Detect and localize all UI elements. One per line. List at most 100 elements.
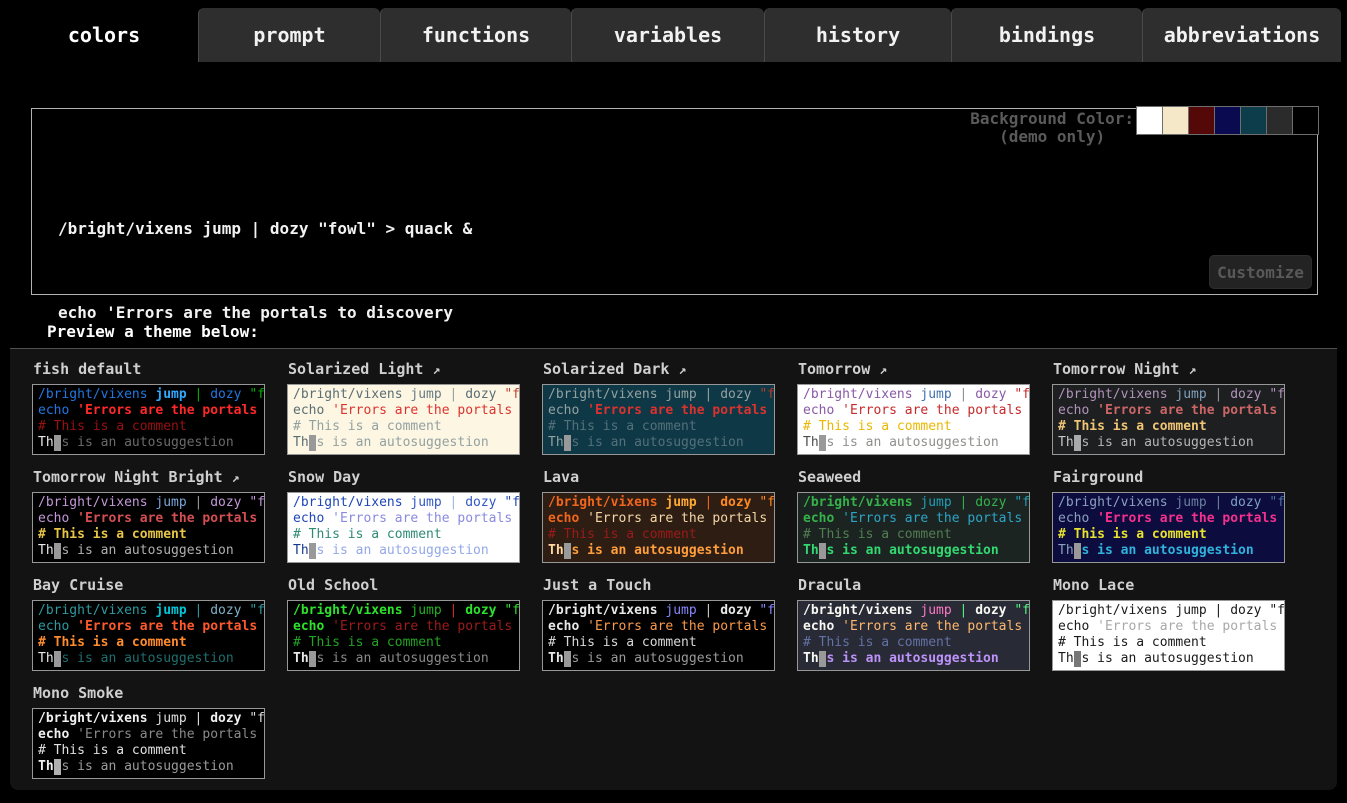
sample-token — [69, 403, 77, 418]
preview-line-autosuggestion: This is an autosuggestion — [803, 435, 1024, 451]
theme-preview-box[interactable]: /bright/vixens jump | dozy "fowl" > quac… — [287, 384, 520, 455]
background-swatch-white[interactable] — [1136, 106, 1163, 135]
sample-token: jump — [155, 711, 186, 726]
sample-token — [69, 727, 77, 742]
sample-token: "fowl" > quack & — [504, 603, 520, 618]
theme-card-tomorrow: Tomorrow↗ /bright/vixens jump | dozy "fow… — [797, 353, 1052, 461]
sample-token: # This is a comment — [293, 419, 442, 434]
sample-token: "fowl" > quack & — [1269, 495, 1285, 510]
background-swatch-navy[interactable] — [1214, 106, 1241, 135]
preview-line-command: /bright/vixens jump | dozy "fowl" > quac… — [803, 495, 1024, 511]
tab-functions[interactable]: functions — [380, 8, 571, 62]
sample-token: echo — [548, 403, 579, 418]
preview-line-command: /bright/vixens jump | dozy "fowl" > quac… — [293, 495, 514, 511]
theme-preview-box[interactable]: /bright/vixens jump | dozy "fowl" > quac… — [542, 492, 775, 563]
sample-token — [952, 495, 960, 510]
theme-preview-box[interactable]: /bright/vixens jump | dozy "fowl" > quac… — [1052, 600, 1285, 671]
sample-token: s is an autosuggestion — [826, 651, 998, 666]
sample-token: 'Errors are the portals to discovery — [842, 511, 1030, 526]
sample-token: s is an autosuggestion — [61, 759, 233, 774]
sample-token: 'Errors are the portals to discovery — [332, 619, 520, 634]
sample-token: /bright/vixens — [293, 387, 403, 402]
theme-card-solarized-light: Solarized Light↗/bright/vixens jump | do… — [287, 353, 542, 461]
background-swatch-cream[interactable] — [1162, 106, 1189, 135]
tab-prompt[interactable]: prompt — [198, 8, 380, 62]
theme-card-mono-smoke: Mono Smoke/bright/vixens jump | dozy "fo… — [32, 677, 287, 785]
theme-preview-box[interactable]: /bright/vixens jump | dozy "fowl" > quac… — [287, 600, 520, 671]
preview-line-command: /bright/vixens jump | dozy "fowl" > quac… — [803, 387, 1024, 403]
preview-line-string: echo 'Errors are the portals to discover… — [548, 511, 769, 527]
tab-colors[interactable]: colors — [10, 8, 198, 62]
background-swatch-black[interactable] — [1292, 106, 1319, 135]
theme-preview-box[interactable]: /bright/vixens jump | dozy "fowl" > quac… — [797, 384, 1030, 455]
sample-token: # This is a comment — [38, 527, 187, 542]
theme-preview-box[interactable]: /bright/vixens jump | dozy "fowl" > quac… — [32, 492, 265, 563]
theme-preview-box[interactable]: /bright/vixens jump | dozy "fowl" > quac… — [32, 708, 265, 779]
theme-title: Tomorrow↗ — [798, 360, 1052, 381]
sample-token: dozy — [465, 603, 496, 618]
sample-token: dozy — [210, 711, 241, 726]
sample-token: 'Errors are the portals to discovery — [77, 403, 265, 418]
sample-token: 'Errors are the portals to discovery — [587, 403, 775, 418]
theme-preview-box[interactable]: /bright/vixens jump | dozy "fowl" > quac… — [32, 384, 265, 455]
theme-preview-box[interactable]: /bright/vixens jump | dozy "fowl" > quac… — [1052, 492, 1285, 563]
theme-preview-box[interactable]: /bright/vixens jump | dozy "fowl" > quac… — [32, 600, 265, 671]
sample-token: s is an autosuggestion — [1081, 543, 1253, 558]
sample-token: dozy — [720, 603, 751, 618]
sample-token: /bright/vixens — [1058, 603, 1168, 618]
sample-token: # This is a comment — [293, 527, 442, 542]
sample-token: Th — [1058, 435, 1074, 450]
theme-title: Dracula — [798, 576, 1052, 597]
tab-history[interactable]: history — [764, 8, 951, 62]
theme-name: Tomorrow Night — [1053, 360, 1179, 378]
sample-token: "fowl" > quack & — [1269, 387, 1285, 402]
background-swatch-dark-red[interactable] — [1188, 106, 1215, 135]
theme-preview-box[interactable]: /bright/vixens jump | dozy "fowl" > quac… — [287, 492, 520, 563]
external-link-icon[interactable]: ↗ — [678, 363, 686, 378]
external-link-icon[interactable]: ↗ — [432, 363, 440, 378]
preview-line-command: /bright/vixens jump | dozy "fowl" > quac… — [548, 495, 769, 511]
theme-preview-box[interactable]: /bright/vixens jump | dozy "fowl" > quac… — [797, 600, 1030, 671]
theme-card-just-a-touch: Just a Touch/bright/vixens jump | dozy "… — [542, 569, 797, 677]
preview-line-string: echo 'Errors are the portals to discover… — [38, 511, 259, 527]
preview-line-comment: # This is a comment — [293, 527, 514, 543]
theme-preview-box[interactable]: /bright/vixens jump | dozy "fowl" > quac… — [542, 384, 775, 455]
sample-token — [69, 619, 77, 634]
theme-preview-box[interactable]: /bright/vixens jump | dozy "fowl" > quac… — [797, 492, 1030, 563]
theme-card-lava: Lava/bright/vixens jump | dozy "fowl" > … — [542, 461, 797, 569]
background-swatch-charcoal[interactable] — [1266, 106, 1293, 135]
tab-variables[interactable]: variables — [571, 8, 764, 62]
sample-token: jump — [920, 603, 951, 618]
sample-token: Th — [38, 651, 54, 666]
sample-token: jump — [665, 387, 696, 402]
background-swatch-dark-teal[interactable] — [1240, 106, 1267, 135]
tab-bindings[interactable]: bindings — [951, 8, 1142, 62]
customize-button[interactable]: Customize — [1209, 255, 1312, 289]
theme-name: Bay Cruise — [33, 576, 123, 594]
sample-token: "fowl" > quack & — [249, 603, 265, 618]
sample-token: dozy — [1230, 387, 1261, 402]
tab-abbreviations[interactable]: abbreviations — [1142, 8, 1341, 62]
sample-token: dozy — [210, 387, 241, 402]
preview-line-autosuggestion: This is an autosuggestion — [548, 543, 769, 559]
external-link-icon[interactable]: ↗ — [879, 363, 887, 378]
preview-line-string: echo 'Errors are the portals to discover… — [1058, 619, 1279, 635]
sample-token: 'Errors are the portals to discovery — [77, 619, 265, 634]
sample-token: jump — [1175, 495, 1206, 510]
sample-token — [187, 387, 195, 402]
theme-preview-box[interactable]: /bright/vixens jump | dozy "fowl" > quac… — [1052, 384, 1285, 455]
theme-preview-box[interactable]: /bright/vixens jump | dozy "fowl" > quac… — [542, 600, 775, 671]
sample-token — [697, 387, 705, 402]
external-link-icon[interactable]: ↗ — [1188, 363, 1196, 378]
sample-token: s is an autosuggestion — [571, 435, 743, 450]
sample-token: "fowl" > quack & — [504, 387, 520, 402]
preview-line-command: /bright/vixens jump | dozy "fowl" > quac… — [293, 603, 514, 619]
preview-line-string: echo 'Errors are the portals to discover… — [803, 403, 1024, 419]
theme-card-seaweed: Seaweed/bright/vixens jump | dozy "fowl"… — [797, 461, 1052, 569]
sample-token: dozy — [210, 603, 241, 618]
sample-token — [442, 495, 450, 510]
sample-token — [1207, 387, 1215, 402]
theme-title: Fairground — [1053, 468, 1307, 489]
external-link-icon[interactable]: ↗ — [232, 471, 240, 486]
sample-token — [579, 511, 587, 526]
